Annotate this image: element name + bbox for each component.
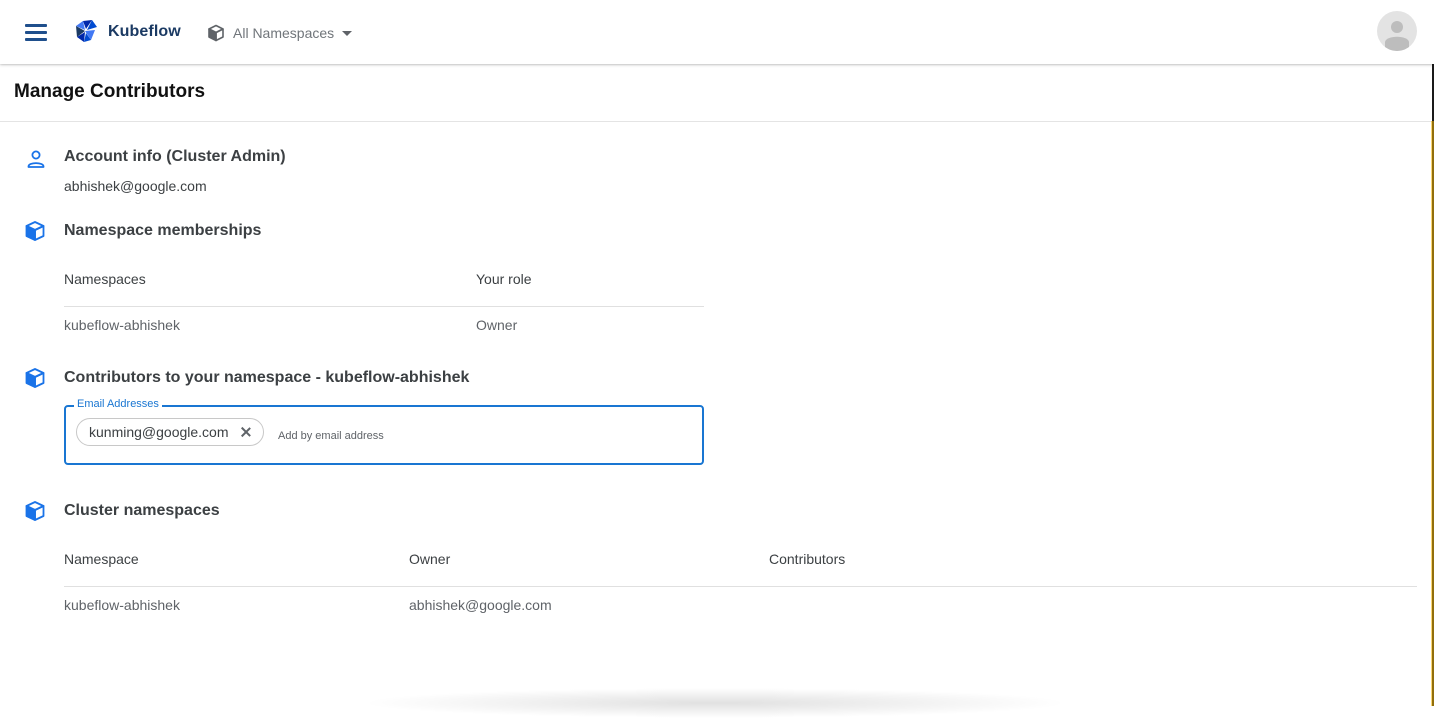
email-chip[interactable]: kunming@google.com <box>76 418 264 446</box>
cluster-cell-owner: abhishek@google.com <box>409 597 552 613</box>
namespace-cube-icon <box>25 368 45 388</box>
namespace-selector[interactable]: All Namespaces <box>207 22 353 44</box>
user-avatar[interactable] <box>1377 11 1417 51</box>
memberships-header-divider <box>64 306 704 307</box>
cluster-cell-namespace: kubeflow-abhishek <box>64 597 180 613</box>
memberships-cell-role: Owner <box>476 317 518 333</box>
brand-name[interactable]: Kubeflow <box>108 23 181 41</box>
namespace-cube-icon <box>25 501 45 521</box>
hamburger-menu-icon[interactable] <box>22 20 50 44</box>
memberships-cell-namespace: kubeflow-abhishek <box>64 317 180 333</box>
page-header: Manage Contributors <box>0 64 1434 122</box>
cluster-namespaces-title: Cluster namespaces <box>64 502 220 519</box>
namespace-memberships-title: Namespace memberships <box>64 222 262 239</box>
close-icon[interactable] <box>239 425 253 439</box>
person-icon <box>1385 21 1409 51</box>
contributors-title: Contributors to your namespace - kubeflo… <box>64 369 470 386</box>
cluster-col-namespace: Namespace <box>64 551 139 567</box>
account-person-icon <box>27 150 45 168</box>
cluster-col-contributors: Contributors <box>769 551 846 567</box>
chevron-down-icon <box>342 30 353 36</box>
namespace-selector-label: All Namespaces <box>233 25 335 41</box>
memberships-col-role: Your role <box>476 271 532 287</box>
top-app-bar: Kubeflow All Namespaces <box>0 0 1434 64</box>
email-addresses-label: Email Addresses <box>74 398 162 410</box>
namespace-cube-icon <box>25 221 45 241</box>
account-email: abhishek@google.com <box>64 178 207 194</box>
cluster-col-owner: Owner <box>409 551 451 567</box>
cluster-header-divider <box>64 586 1417 587</box>
memberships-col-namespaces: Namespaces <box>64 271 146 287</box>
email-addresses-field[interactable]: Email Addresses kunming@google.com <box>64 398 704 465</box>
account-info-title: Account info (Cluster Admin) <box>64 148 286 165</box>
bottom-shadow <box>360 688 1070 718</box>
kubeflow-logo-icon[interactable] <box>73 18 99 44</box>
namespace-cube-icon <box>208 24 224 42</box>
email-input[interactable] <box>278 427 678 445</box>
email-chip-label: kunming@google.com <box>89 424 229 440</box>
page-title: Manage Contributors <box>14 81 206 102</box>
